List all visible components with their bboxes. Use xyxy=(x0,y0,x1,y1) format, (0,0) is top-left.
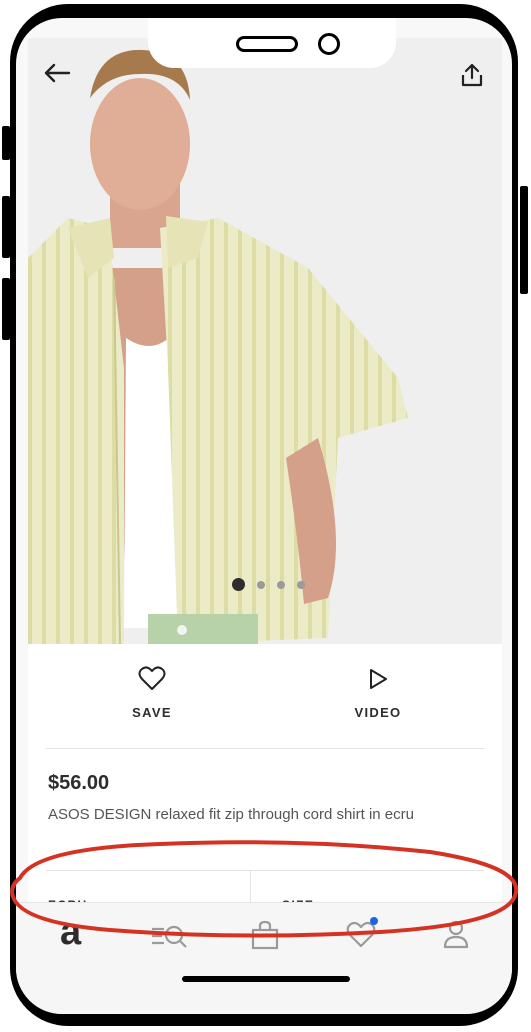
camera-icon xyxy=(318,33,340,55)
product-image[interactable] xyxy=(28,38,502,644)
video-button[interactable]: VIDEO xyxy=(318,666,438,720)
save-button[interactable]: SAVE xyxy=(92,666,212,720)
product-info-panel: SAVE VIDEO $56.00 ASOS DESIGN relaxed fi… xyxy=(28,644,502,934)
save-label: SAVE xyxy=(132,705,172,720)
saved-heart-icon xyxy=(346,921,376,948)
speaker-icon xyxy=(236,36,298,52)
pagination-dot-active[interactable] xyxy=(232,578,245,591)
back-arrow-icon[interactable] xyxy=(42,62,72,89)
volume-up-button xyxy=(2,196,10,258)
pagination-dot[interactable] xyxy=(277,580,285,589)
home-indicator xyxy=(182,976,350,982)
product-title: ASOS DESIGN relaxed fit zip through cord… xyxy=(48,806,414,823)
play-icon xyxy=(370,669,387,689)
saved-badge-dot xyxy=(370,917,378,925)
account-icon xyxy=(443,920,469,949)
account-tab[interactable] xyxy=(442,919,470,954)
pagination-dot[interactable] xyxy=(297,580,305,589)
phone-screen: SAVE VIDEO $56.00 ASOS DESIGN relaxed fi… xyxy=(16,18,512,1014)
image-pagination-dots xyxy=(232,578,305,591)
product-photo xyxy=(28,38,502,644)
bottom-tab-bar: a xyxy=(16,902,512,1014)
volume-down-button xyxy=(2,278,10,340)
pagination-dot[interactable] xyxy=(257,580,265,589)
selector-row xyxy=(46,870,484,901)
power-button xyxy=(520,186,528,294)
product-price: $56.00 xyxy=(48,772,110,794)
video-label: VIDEO xyxy=(354,705,402,720)
share-icon[interactable] xyxy=(460,62,484,93)
home-tab[interactable]: a xyxy=(60,913,81,951)
search-icon xyxy=(152,925,187,948)
search-tab[interactable] xyxy=(150,923,188,956)
heart-icon xyxy=(138,666,166,690)
bag-tab[interactable] xyxy=(250,919,280,956)
saved-tab[interactable] xyxy=(346,917,378,954)
bag-icon xyxy=(251,920,279,950)
divider xyxy=(46,748,484,749)
mute-switch xyxy=(2,126,10,160)
notch xyxy=(148,18,396,68)
